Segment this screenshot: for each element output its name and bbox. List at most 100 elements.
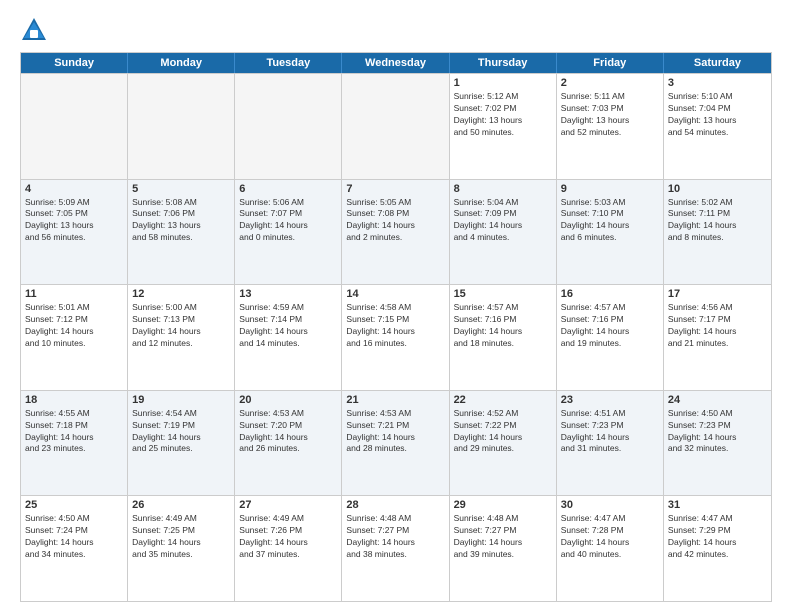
cell-info: Sunrise: 5:09 AM Sunset: 7:05 PM Dayligh… <box>25 197 123 245</box>
cell-info: Sunrise: 4:57 AM Sunset: 7:16 PM Dayligh… <box>561 302 659 350</box>
calendar-cell: 18Sunrise: 4:55 AM Sunset: 7:18 PM Dayli… <box>21 391 128 496</box>
cell-info: Sunrise: 5:08 AM Sunset: 7:06 PM Dayligh… <box>132 197 230 245</box>
cell-info: Sunrise: 5:03 AM Sunset: 7:10 PM Dayligh… <box>561 197 659 245</box>
cell-info: Sunrise: 4:50 AM Sunset: 7:23 PM Dayligh… <box>668 408 767 456</box>
header-day-monday: Monday <box>128 53 235 73</box>
calendar-cell: 17 Sunrise: 4:56 AM Sunset: 7:17 PM Dayli… <box>664 285 771 390</box>
calendar-cell <box>235 74 342 179</box>
cell-info: Sunrise: 5:01 AM Sunset: 7:12 PM Dayligh… <box>25 302 123 350</box>
calendar-cell: 12 Sunrise: 5:00 AM Sunset: 7:13 PM Dayli… <box>128 285 235 390</box>
calendar-cell: 5 Sunrise: 5:08 AM Sunset: 7:06 PM Daylig… <box>128 180 235 285</box>
cell-info: Sunrise: 4:58 AM Sunset: 7:15 PM Dayligh… <box>346 302 444 350</box>
header-day-friday: Friday <box>557 53 664 73</box>
day-number: 6 <box>239 183 337 195</box>
day-number: 27 <box>239 499 337 511</box>
cell-info: Sunrise: 4:54 AM Sunset: 7:19 PM Dayligh… <box>132 408 230 456</box>
day-number: 25 <box>25 499 123 511</box>
calendar-week-2: 4 Sunrise: 5:09 AM Sunset: 7:05 PM Daylig… <box>21 179 771 285</box>
logo-icon <box>20 16 48 44</box>
day-number: 3 <box>668 77 767 89</box>
day-number: 21 <box>346 394 444 406</box>
calendar-cell: 11 Sunrise: 5:01 AM Sunset: 7:12 PM Dayli… <box>21 285 128 390</box>
cell-info: Sunrise: 4:55 AM Sunset: 7:18 PM Dayligh… <box>25 408 123 456</box>
calendar-week-1: 1Sunrise: 5:12 AM Sunset: 7:02 PM Daylig… <box>21 73 771 179</box>
calendar-cell: 14 Sunrise: 4:58 AM Sunset: 7:15 PM Dayli… <box>342 285 449 390</box>
cell-info: Sunrise: 4:59 AM Sunset: 7:14 PM Dayligh… <box>239 302 337 350</box>
header-day-saturday: Saturday <box>664 53 771 73</box>
calendar-cell: 3 Sunrise: 5:10 AM Sunset: 7:04 PM Daylig… <box>664 74 771 179</box>
cell-info: Sunrise: 5:06 AM Sunset: 7:07 PM Dayligh… <box>239 197 337 245</box>
calendar-week-5: 25 Sunrise: 4:50 AM Sunset: 7:24 PM Dayli… <box>21 495 771 601</box>
calendar-cell: 27 Sunrise: 4:49 AM Sunset: 7:26 PM Dayli… <box>235 496 342 601</box>
day-number: 17 <box>668 288 767 300</box>
cell-info: Sunrise: 4:48 AM Sunset: 7:27 PM Dayligh… <box>454 513 552 561</box>
day-number: 7 <box>346 183 444 195</box>
day-number: 15 <box>454 288 552 300</box>
calendar-cell: 15 Sunrise: 4:57 AM Sunset: 7:16 PM Dayli… <box>450 285 557 390</box>
calendar-cell: 7Sunrise: 5:05 AM Sunset: 7:08 PM Daylig… <box>342 180 449 285</box>
day-number: 28 <box>346 499 444 511</box>
cell-info: Sunrise: 4:56 AM Sunset: 7:17 PM Dayligh… <box>668 302 767 350</box>
calendar-cell: 24 Sunrise: 4:50 AM Sunset: 7:23 PM Dayli… <box>664 391 771 496</box>
calendar-cell <box>342 74 449 179</box>
day-number: 11 <box>25 288 123 300</box>
header-day-sunday: Sunday <box>21 53 128 73</box>
calendar-week-4: 18Sunrise: 4:55 AM Sunset: 7:18 PM Dayli… <box>21 390 771 496</box>
day-number: 12 <box>132 288 230 300</box>
day-number: 22 <box>454 394 552 406</box>
day-number: 5 <box>132 183 230 195</box>
cell-info: Sunrise: 4:53 AM Sunset: 7:21 PM Dayligh… <box>346 408 444 456</box>
cell-info: Sunrise: 4:50 AM Sunset: 7:24 PM Dayligh… <box>25 513 123 561</box>
day-number: 14 <box>346 288 444 300</box>
day-number: 19 <box>132 394 230 406</box>
day-number: 13 <box>239 288 337 300</box>
day-number: 23 <box>561 394 659 406</box>
calendar-cell: 10 Sunrise: 5:02 AM Sunset: 7:11 PM Dayli… <box>664 180 771 285</box>
day-number: 4 <box>25 183 123 195</box>
day-number: 29 <box>454 499 552 511</box>
cell-info: Sunrise: 4:47 AM Sunset: 7:28 PM Dayligh… <box>561 513 659 561</box>
day-number: 24 <box>668 394 767 406</box>
calendar-cell: 4 Sunrise: 5:09 AM Sunset: 7:05 PM Daylig… <box>21 180 128 285</box>
day-number: 8 <box>454 183 552 195</box>
cell-info: Sunrise: 4:49 AM Sunset: 7:26 PM Dayligh… <box>239 513 337 561</box>
calendar-week-3: 11 Sunrise: 5:01 AM Sunset: 7:12 PM Dayli… <box>21 284 771 390</box>
calendar-cell: 30 Sunrise: 4:47 AM Sunset: 7:28 PM Dayli… <box>557 496 664 601</box>
calendar-cell: 20Sunrise: 4:53 AM Sunset: 7:20 PM Dayli… <box>235 391 342 496</box>
cell-info: Sunrise: 4:49 AM Sunset: 7:25 PM Dayligh… <box>132 513 230 561</box>
day-number: 30 <box>561 499 659 511</box>
day-number: 20 <box>239 394 337 406</box>
cell-info: Sunrise: 4:51 AM Sunset: 7:23 PM Dayligh… <box>561 408 659 456</box>
day-number: 2 <box>561 77 659 89</box>
cell-info: Sunrise: 5:00 AM Sunset: 7:13 PM Dayligh… <box>132 302 230 350</box>
calendar-cell: 23 Sunrise: 4:51 AM Sunset: 7:23 PM Dayli… <box>557 391 664 496</box>
cell-info: Sunrise: 5:02 AM Sunset: 7:11 PM Dayligh… <box>668 197 767 245</box>
cell-info: Sunrise: 5:04 AM Sunset: 7:09 PM Dayligh… <box>454 197 552 245</box>
calendar-cell: 16 Sunrise: 4:57 AM Sunset: 7:16 PM Dayli… <box>557 285 664 390</box>
cell-info: Sunrise: 5:11 AM Sunset: 7:03 PM Dayligh… <box>561 91 659 139</box>
calendar-cell: 13 Sunrise: 4:59 AM Sunset: 7:14 PM Dayli… <box>235 285 342 390</box>
calendar-cell: 21 Sunrise: 4:53 AM Sunset: 7:21 PM Dayli… <box>342 391 449 496</box>
calendar-cell: 9Sunrise: 5:03 AM Sunset: 7:10 PM Daylig… <box>557 180 664 285</box>
cell-info: Sunrise: 5:12 AM Sunset: 7:02 PM Dayligh… <box>454 91 552 139</box>
calendar-cell: 19 Sunrise: 4:54 AM Sunset: 7:19 PM Dayli… <box>128 391 235 496</box>
calendar-cell: 2 Sunrise: 5:11 AM Sunset: 7:03 PM Daylig… <box>557 74 664 179</box>
day-number: 10 <box>668 183 767 195</box>
header-day-tuesday: Tuesday <box>235 53 342 73</box>
calendar-cell <box>128 74 235 179</box>
cell-info: Sunrise: 4:52 AM Sunset: 7:22 PM Dayligh… <box>454 408 552 456</box>
calendar-cell: 22 Sunrise: 4:52 AM Sunset: 7:22 PM Dayli… <box>450 391 557 496</box>
cell-info: Sunrise: 5:10 AM Sunset: 7:04 PM Dayligh… <box>668 91 767 139</box>
day-number: 16 <box>561 288 659 300</box>
page: SundayMondayTuesdayWednesdayThursdayFrid… <box>0 0 792 612</box>
calendar-header: SundayMondayTuesdayWednesdayThursdayFrid… <box>21 53 771 73</box>
header-day-wednesday: Wednesday <box>342 53 449 73</box>
calendar-cell: 29 Sunrise: 4:48 AM Sunset: 7:27 PM Dayli… <box>450 496 557 601</box>
cell-info: Sunrise: 4:48 AM Sunset: 7:27 PM Dayligh… <box>346 513 444 561</box>
header-day-thursday: Thursday <box>450 53 557 73</box>
calendar-cell: 25 Sunrise: 4:50 AM Sunset: 7:24 PM Dayli… <box>21 496 128 601</box>
calendar-cell: 1Sunrise: 5:12 AM Sunset: 7:02 PM Daylig… <box>450 74 557 179</box>
cell-info: Sunrise: 4:57 AM Sunset: 7:16 PM Dayligh… <box>454 302 552 350</box>
calendar-cell: 28 Sunrise: 4:48 AM Sunset: 7:27 PM Dayli… <box>342 496 449 601</box>
calendar-cell: 26Sunrise: 4:49 AM Sunset: 7:25 PM Dayli… <box>128 496 235 601</box>
